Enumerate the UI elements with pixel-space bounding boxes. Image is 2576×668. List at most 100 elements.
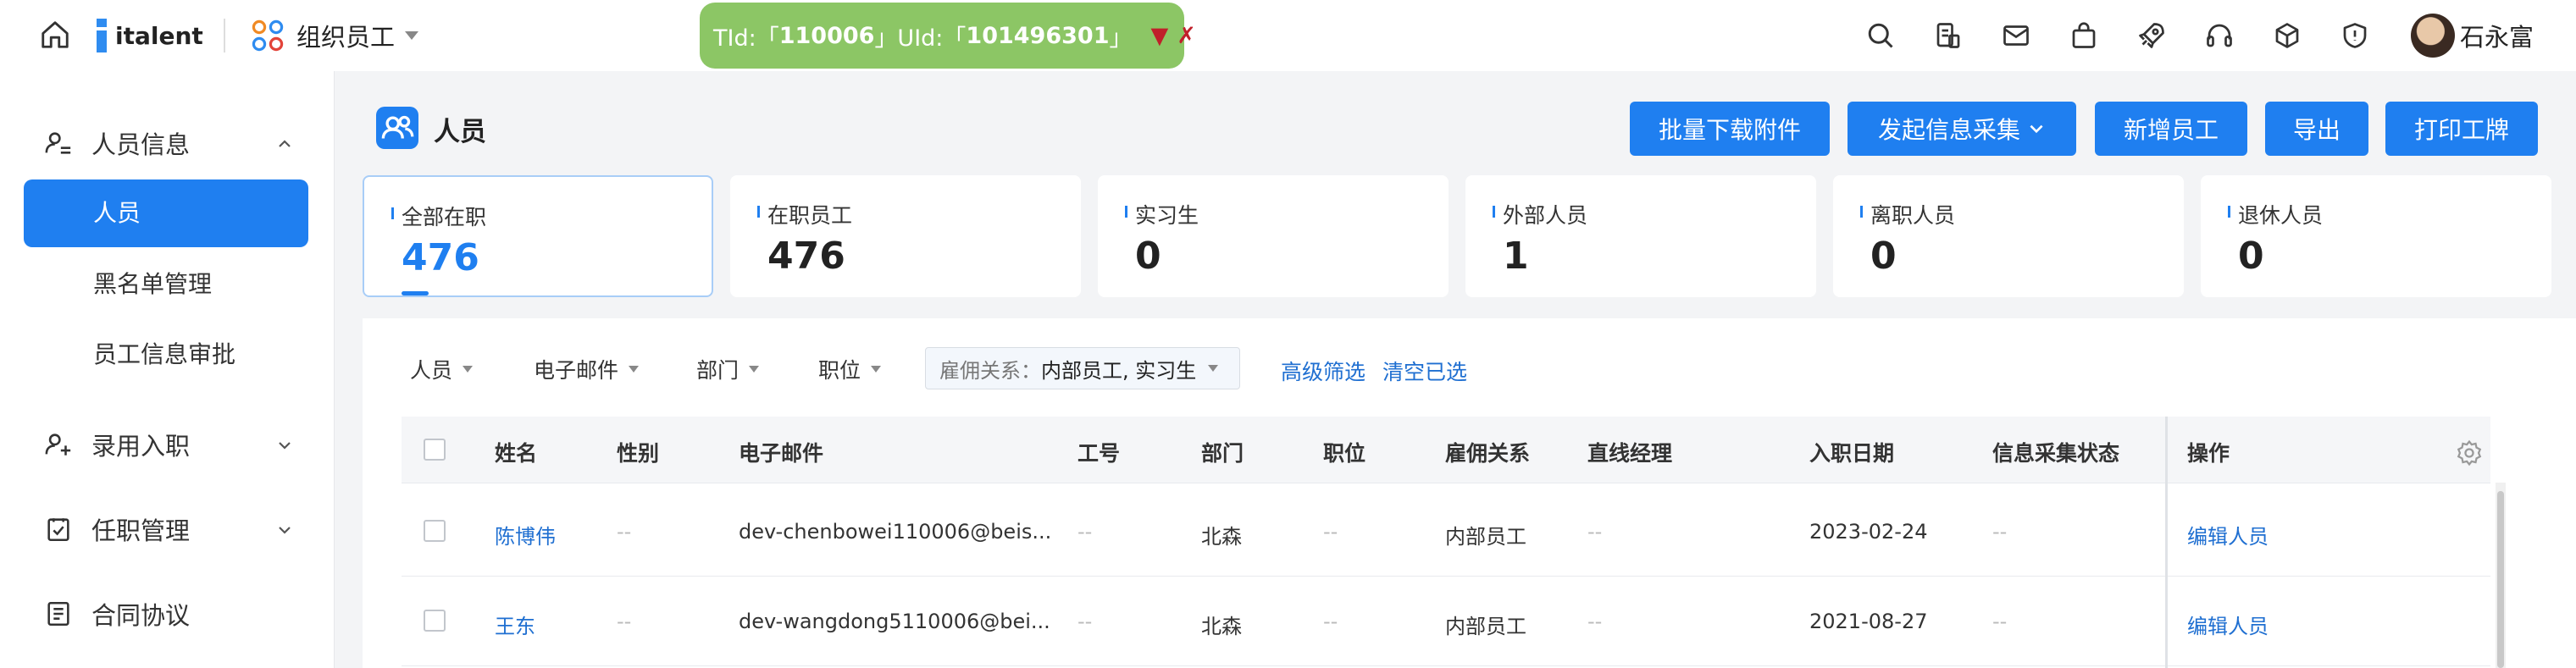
sidebar-item-blacklist[interactable]: 黑名单管理 <box>93 263 212 306</box>
sidebar-group-label: 合同协议 <box>91 601 191 630</box>
italent-logo-mark <box>97 19 107 52</box>
close-icon[interactable]: ✗ <box>1177 23 1196 49</box>
cell-position: -- <box>1323 610 1338 633</box>
cell-email: dev-chenbowei110006@beis... <box>739 520 1052 544</box>
col-position[interactable]: 职位 <box>1323 437 1366 467</box>
chevron-down-icon <box>405 31 419 40</box>
gear-icon[interactable] <box>2455 439 2484 467</box>
sidebar-group-person-info[interactable]: 人员信息 <box>44 119 190 167</box>
headset-icon[interactable] <box>2204 20 2235 51</box>
stat-card-retired[interactable]: 退休人员 0 <box>2201 175 2551 297</box>
italent-logo[interactable]: italent <box>91 17 203 54</box>
row-divider <box>402 665 2490 666</box>
col-collect-status[interactable]: 信息采集状态 <box>1992 437 2119 467</box>
collapse-arrow-icon[interactable]: ▼ <box>1151 23 1169 49</box>
bag-icon[interactable] <box>2069 20 2099 51</box>
export-button[interactable]: 导出 <box>2265 102 2368 156</box>
sidebar-group-contracts[interactable]: 合同协议 <box>44 590 190 638</box>
stat-card-resigned[interactable]: 离职人员 0 <box>1833 175 2184 297</box>
home-icon[interactable] <box>39 19 71 51</box>
cell-gender: -- <box>617 520 632 544</box>
print-badge-button[interactable]: 打印工牌 <box>2385 102 2538 156</box>
stat-card-external[interactable]: 外部人员 1 <box>1465 175 1816 297</box>
user-add-icon <box>45 433 71 455</box>
col-gender[interactable]: 性别 <box>617 437 659 467</box>
uid-close: 」 <box>1109 25 1133 52</box>
col-manager[interactable]: 直线经理 <box>1587 437 1672 467</box>
stat-label: 实习生 <box>1124 199 1199 229</box>
start-collect-button[interactable]: 发起信息采集 <box>1848 102 2076 156</box>
filter-position[interactable]: 职位 <box>818 354 882 384</box>
add-employee-button[interactable]: 新增员工 <box>2095 102 2247 156</box>
cell-employment: 内部员工 <box>1445 615 1526 638</box>
document-icon[interactable] <box>1933 20 1964 51</box>
scrollbar-thumb[interactable] <box>2497 491 2504 668</box>
col-employment[interactable]: 雇佣关系 <box>1445 437 1530 467</box>
tid-label: TId:「 <box>713 25 779 52</box>
filter-email[interactable]: 电子邮件 <box>534 354 640 384</box>
stat-label: 退休人员 <box>2227 199 2323 229</box>
sidebar-group-onboarding[interactable]: 录用入职 <box>44 421 190 468</box>
stat-card-employees[interactable]: 在职员工 476 <box>730 175 1081 297</box>
edit-person-link[interactable]: 编辑人员 <box>2187 520 2269 549</box>
chevron-up-icon[interactable] <box>276 135 293 152</box>
sidebar-group-label: 人员信息 <box>91 130 191 159</box>
filter-employment-label: 雇佣关系： <box>939 358 1041 383</box>
caret-down-icon <box>749 366 760 373</box>
stat-label: 外部人员 <box>1492 199 1587 229</box>
col-email[interactable]: 电子邮件 <box>739 437 823 467</box>
shield-icon[interactable] <box>2340 20 2370 51</box>
search-icon[interactable] <box>1865 20 1896 51</box>
stat-label: 全部在职 <box>391 201 486 231</box>
cell-name[interactable]: 陈博伟 <box>495 520 556 549</box>
app-switcher[interactable]: 组织员工 <box>251 17 419 54</box>
cell-employment: 内部员工 <box>1445 525 1526 549</box>
cube-icon[interactable] <box>2272 20 2302 51</box>
sidebar-group-position-mgmt[interactable]: 任职管理 <box>44 505 190 553</box>
people-icon <box>376 107 418 149</box>
user-menu[interactable]: 石永富 <box>2411 14 2534 58</box>
tid-value: 110006 <box>778 22 875 49</box>
start-collect-label: 发起信息采集 <box>1877 116 2020 144</box>
stat-card-interns[interactable]: 实习生 0 <box>1098 175 1449 297</box>
stat-label: 离职人员 <box>1859 199 1955 229</box>
col-hire-date[interactable]: 入职日期 <box>1809 437 1894 467</box>
batch-download-button[interactable]: 批量下载附件 <box>1630 102 1830 156</box>
sidebar-group-label: 任职管理 <box>91 516 191 545</box>
logo-text: italent <box>115 21 203 50</box>
apps-grid-icon <box>252 19 284 52</box>
select-all-checkbox[interactable] <box>424 439 446 461</box>
row-checkbox[interactable] <box>424 520 446 542</box>
filter-employment-value: 内部员工, 实习生 <box>1041 358 1197 383</box>
advanced-filter-link[interactable]: 高级筛选 <box>1281 356 1366 386</box>
col-dept[interactable]: 部门 <box>1201 437 1244 467</box>
divider <box>224 19 225 52</box>
chevron-down-icon[interactable] <box>276 437 293 454</box>
uid-label: 」UId:「 <box>874 25 967 52</box>
filter-person[interactable]: 人员 <box>410 354 474 384</box>
cell-manager: -- <box>1587 520 1603 544</box>
rocket-icon[interactable] <box>2136 20 2167 51</box>
edit-person-link[interactable]: 编辑人员 <box>2187 610 2269 639</box>
filter-label: 职位 <box>818 358 861 383</box>
chevron-down-icon[interactable] <box>276 522 293 538</box>
cell-emp-no: -- <box>1077 610 1093 633</box>
filter-label: 部门 <box>696 358 740 383</box>
clear-filters-link[interactable]: 清空已选 <box>1382 356 1467 386</box>
stat-card-all-active[interactable]: 全部在职 476 <box>363 175 713 297</box>
filter-department[interactable]: 部门 <box>696 354 760 384</box>
col-name[interactable]: 姓名 <box>495 437 537 467</box>
mail-icon[interactable] <box>2001 20 2031 51</box>
row-checkbox[interactable] <box>424 610 446 632</box>
col-emp-no[interactable]: 工号 <box>1077 437 1120 467</box>
cell-collect-status: -- <box>1992 520 2008 544</box>
caret-down-icon <box>463 366 474 373</box>
cell-name[interactable]: 王东 <box>495 610 535 639</box>
checklist-icon <box>47 518 69 542</box>
filter-employment[interactable]: 雇佣关系： 内部员工, 实习生 <box>925 347 1240 389</box>
stat-value: 0 <box>1135 235 1161 278</box>
fixed-column-divider <box>2165 417 2168 668</box>
sidebar-item-person[interactable]: 人员 <box>24 179 308 247</box>
sidebar-item-info-approval[interactable]: 员工信息审批 <box>93 334 235 376</box>
chevron-down-icon <box>2030 124 2043 134</box>
